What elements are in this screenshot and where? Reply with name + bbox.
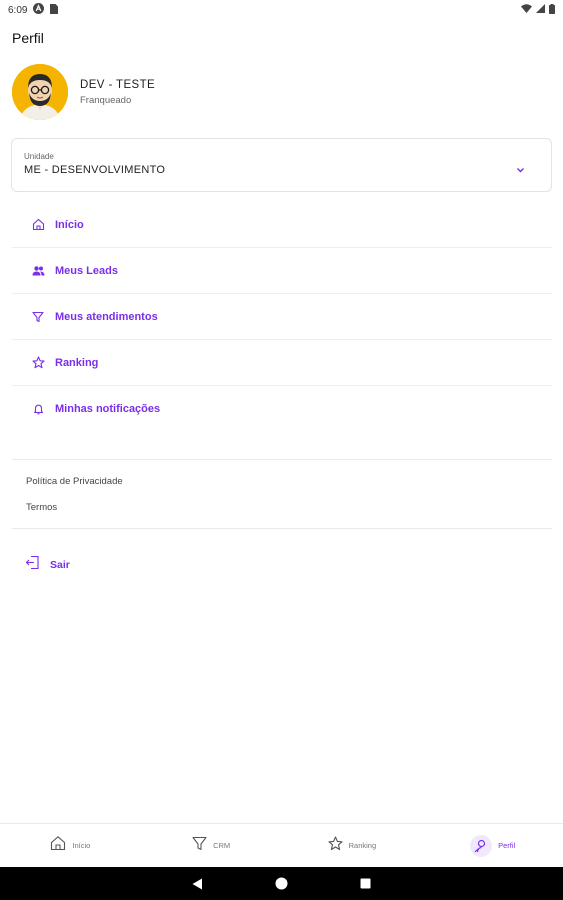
profile-menu: Início Meus Leads Meus atendimentos Rank… — [12, 202, 552, 432]
profile-header: DEV - TESTE Franqueado — [12, 64, 155, 120]
menu-item-ranking[interactable]: Ranking — [12, 340, 552, 386]
menu-item-meus-leads[interactable]: Meus Leads — [12, 248, 552, 294]
nav-label: CRM — [213, 841, 231, 850]
profile-text: DEV - TESTE Franqueado — [80, 79, 155, 106]
menu-item-label: Início — [55, 218, 84, 231]
back-icon[interactable] — [192, 878, 203, 890]
privacy-policy-link[interactable]: Política de Privacidade — [26, 476, 123, 487]
avatar — [12, 64, 68, 120]
sim-icon — [50, 3, 59, 17]
menu-item-inicio[interactable]: Início — [12, 202, 552, 248]
nav-item-crm[interactable]: CRM — [141, 824, 282, 867]
logout-icon — [25, 555, 40, 575]
people-icon — [31, 264, 45, 278]
divider — [12, 528, 552, 529]
chevron-down-icon — [516, 160, 525, 178]
assistant-icon — [33, 3, 45, 17]
bottom-nav: Início CRM Ranking Perfil — [0, 823, 563, 867]
menu-item-label: Minhas notificações — [55, 403, 161, 415]
status-bar: 6:09 — [0, 0, 563, 20]
unit-select-label: Unidade — [24, 152, 54, 161]
menu-item-label: Ranking — [55, 356, 99, 369]
nav-item-ranking[interactable]: Ranking — [282, 824, 423, 867]
terms-link[interactable]: Termos — [26, 502, 57, 513]
nav-label: Início — [72, 841, 91, 850]
menu-item-label: Meus Leads — [55, 264, 118, 277]
menu-item-label: Meus atendimentos — [55, 310, 158, 323]
nav-label: Perfil — [498, 841, 516, 850]
menu-item-minhas-notificacoes[interactable]: Minhas notificações — [12, 386, 552, 432]
status-left: 6:09 — [8, 3, 59, 17]
logout-button[interactable]: Sair — [25, 555, 70, 575]
nav-item-inicio[interactable]: Início — [0, 824, 141, 867]
nav-label: Ranking — [348, 841, 377, 850]
home-icon — [50, 835, 66, 856]
status-right — [521, 3, 555, 17]
signal-icon — [536, 4, 545, 16]
profile-role: Franqueado — [80, 94, 132, 106]
unit-select[interactable]: Unidade ME - DESENVOLVIMENTO — [11, 138, 552, 192]
star-icon — [328, 835, 343, 856]
divider — [12, 459, 552, 460]
wifi-icon — [521, 4, 532, 16]
filter-icon — [192, 836, 207, 856]
recents-icon[interactable] — [360, 878, 371, 889]
person-search-icon — [470, 834, 493, 857]
home-icon — [31, 218, 45, 232]
menu-item-meus-atendimentos[interactable]: Meus atendimentos — [12, 294, 552, 340]
system-nav-bar — [0, 867, 563, 900]
battery-icon — [549, 3, 555, 17]
nav-item-perfil[interactable]: Perfil — [422, 824, 563, 867]
filter-icon — [31, 310, 45, 324]
logout-label: Sair — [50, 559, 70, 571]
profile-name: DEV - TESTE — [80, 78, 156, 91]
home-button-icon[interactable] — [275, 877, 288, 890]
page-title: Perfil — [12, 30, 44, 46]
status-time: 6:09 — [8, 4, 28, 16]
star-icon — [31, 356, 45, 370]
bell-icon — [31, 402, 45, 416]
unit-select-value: ME - DESENVOLVIMENTO — [24, 164, 166, 176]
